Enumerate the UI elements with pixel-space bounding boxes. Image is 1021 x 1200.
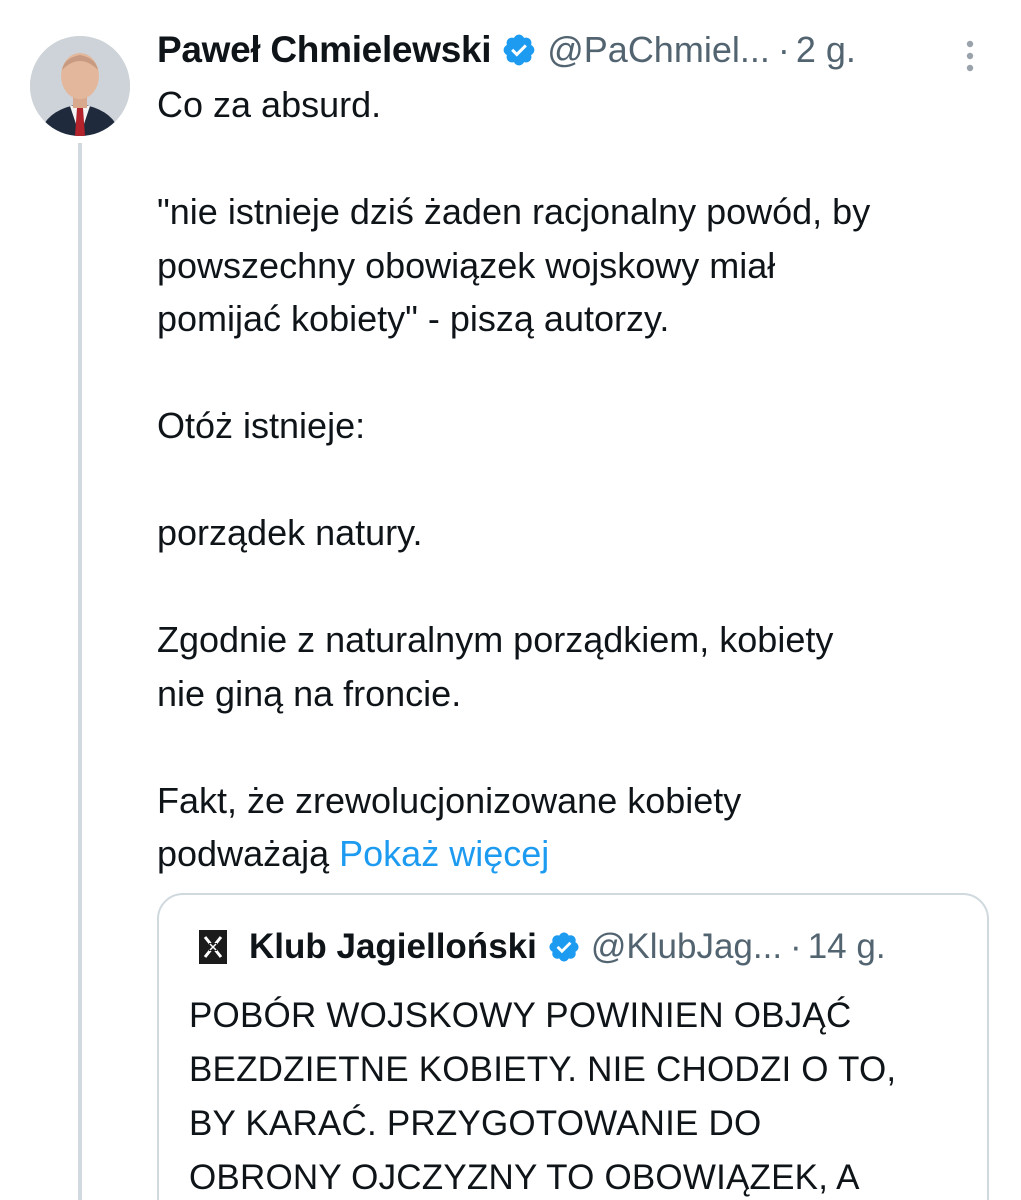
tweet[interactable]: Paweł Chmielewski @PaChmiel... · 2 g. Co… (0, 0, 1021, 1200)
quoted-text-line: OBRONY OJCZYZNY TO OBOWIĄZEK, A (189, 1158, 860, 1197)
klub-jagiellonski-logo-icon (199, 930, 227, 964)
timestamp[interactable]: 2 g. (796, 29, 856, 71)
quoted-text-line: BY KARAĆ. PRZYGOTOWANIE DO (189, 1104, 762, 1143)
more-options-icon[interactable] (958, 36, 982, 76)
author-handle[interactable]: @PaChmiel... (547, 29, 770, 71)
quoted-timestamp[interactable]: 14 g. (808, 927, 886, 967)
quoted-author-handle[interactable]: @KlubJag... (591, 927, 782, 967)
author-name[interactable]: Paweł Chmielewski (157, 29, 492, 71)
text-line: Co za absurd. (157, 84, 382, 125)
text-line: pomijać kobiety" - piszą autorzy. (157, 298, 670, 339)
quoted-author-name[interactable]: Klub Jagielloński (249, 927, 537, 967)
text-line: porządek natury. (157, 512, 423, 553)
tweet-header: Paweł Chmielewski @PaChmiel... · 2 g. (157, 22, 856, 78)
text-fragment: podważają (157, 833, 330, 874)
text-line: Otóż istnieje: (157, 405, 366, 446)
quoted-text-line: POBÓR WOJSKOWY POWINIEN OBJĄĆ (189, 996, 852, 1035)
separator: · (790, 927, 802, 966)
text-line: "nie istnieje dziś żaden racjonalny powó… (157, 191, 871, 232)
quoted-tweet[interactable]: Klub Jagielloński @KlubJag... · 14 g. PO… (157, 893, 989, 1200)
quoted-tweet-header: Klub Jagielloński @KlubJag... · 14 g. (199, 921, 886, 973)
thread-line (78, 143, 82, 1200)
quoted-tweet-text: POBÓR WOJSKOWY POWINIEN OBJĄĆ BEZDZIETNE… (189, 989, 979, 1200)
verified-badge-icon (501, 32, 537, 68)
text-line: nie giną na froncie. (157, 672, 462, 714)
avatar[interactable] (30, 36, 130, 136)
verified-badge-icon (547, 930, 581, 964)
quoted-text-line: BEZDZIETNE KOBIETY. NIE CHODZI O TO, (189, 1050, 897, 1089)
text-line-with-link: podważają Pokaż więcej (157, 827, 997, 881)
separator: · (777, 29, 790, 70)
text-line: powszechny obowiązek wojskowy miał (157, 244, 776, 286)
avatar-image (30, 36, 130, 136)
text-line: Zgodnie z naturalnym porządkiem, kobiety (157, 619, 834, 660)
text-line: Fakt, że zrewolucjonizowane kobiety (157, 779, 742, 821)
show-more-link[interactable]: Pokaż więcej (339, 833, 549, 874)
tweet-text: Co za absurd. "nie istnieje dziś żaden r… (157, 78, 997, 881)
